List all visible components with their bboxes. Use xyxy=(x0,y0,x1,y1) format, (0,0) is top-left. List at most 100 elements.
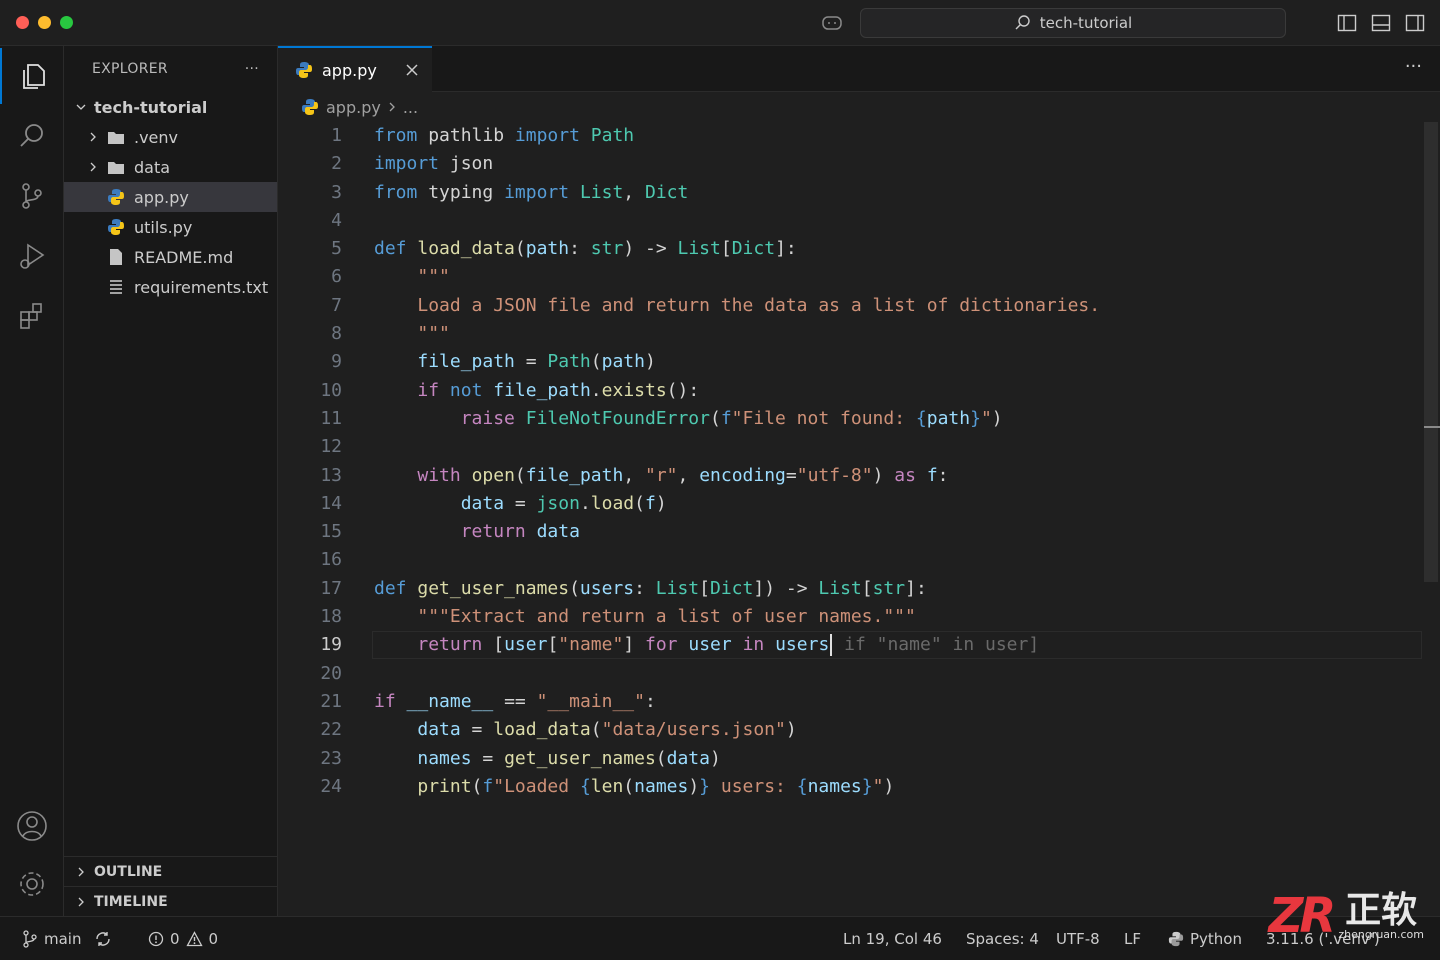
problems-indicator[interactable]: 0 0 xyxy=(148,917,218,960)
line-number[interactable]: 14 xyxy=(278,490,342,518)
code-line[interactable]: 13 with open(file_path, "r", encoding="u… xyxy=(278,462,1422,490)
close-icon[interactable] xyxy=(404,62,420,78)
code-line[interactable]: 21 if __name__ == "__main__": xyxy=(278,688,1422,716)
indentation-selector[interactable]: Spaces: 4 xyxy=(966,917,1039,960)
tree-item-utils-py[interactable]: utils.py xyxy=(64,212,277,242)
editor-scrollbar[interactable] xyxy=(1424,122,1440,916)
line-number[interactable]: 2 xyxy=(278,150,342,178)
source-control-icon[interactable] xyxy=(0,168,64,224)
line-number[interactable]: 7 xyxy=(278,292,342,320)
toggle-panel-icon[interactable] xyxy=(1370,12,1392,34)
code-text: from typing import List, Dict xyxy=(374,179,688,207)
command-center-label: tech-tutorial xyxy=(1039,14,1133,32)
eol-selector[interactable]: LF xyxy=(1124,917,1141,960)
explorer-more-button[interactable]: ··· xyxy=(245,61,259,77)
breadcrumb-symbol[interactable]: ... xyxy=(403,98,418,117)
code-line[interactable]: 8 """ xyxy=(278,320,1422,348)
workspace-root-folder[interactable]: tech-tutorial xyxy=(64,92,277,122)
code-line[interactable]: 9 file_path = Path(path) xyxy=(278,348,1422,376)
copilot-icon[interactable] xyxy=(820,12,844,34)
timeline-section[interactable]: TIMELINE xyxy=(64,886,278,916)
chevron-down-icon xyxy=(72,98,90,116)
outline-section[interactable]: OUTLINE xyxy=(64,856,278,886)
line-number[interactable]: 4 xyxy=(278,207,342,235)
line-number[interactable]: 21 xyxy=(278,688,342,716)
tab-app-py[interactable]: app.py xyxy=(278,46,432,92)
tree-item-readme[interactable]: README.md xyxy=(64,242,277,272)
warning-icon xyxy=(185,931,203,947)
code-line[interactable]: 3 from typing import List, Dict xyxy=(278,179,1422,207)
line-number[interactable]: 11 xyxy=(278,405,342,433)
line-number[interactable]: 15 xyxy=(278,518,342,546)
line-number[interactable]: 10 xyxy=(278,377,342,405)
line-number[interactable]: 6 xyxy=(278,263,342,291)
line-number[interactable]: 22 xyxy=(278,716,342,744)
encoding-selector[interactable]: UTF-8 xyxy=(1056,917,1100,960)
line-number[interactable]: 9 xyxy=(278,348,342,376)
toggle-primary-sidebar-icon[interactable] xyxy=(1336,12,1358,34)
line-number[interactable]: 17 xyxy=(278,575,342,603)
run-debug-icon[interactable] xyxy=(0,228,64,284)
code-line[interactable]: 14 data = json.load(f) xyxy=(278,490,1422,518)
tree-item-app-py[interactable]: app.py xyxy=(64,182,277,212)
code-line[interactable]: 23 names = get_user_names(data) xyxy=(278,745,1422,773)
code-line[interactable]: 15 return data xyxy=(278,518,1422,546)
line-number[interactable]: 8 xyxy=(278,320,342,348)
code-line[interactable]: 19 return [user["name"] for user in user… xyxy=(278,631,1422,660)
code-line[interactable]: 18 """Extract and return a list of user … xyxy=(278,603,1422,631)
breadcrumb-file[interactable]: app.py xyxy=(326,98,381,117)
account-icon[interactable] xyxy=(0,798,64,854)
language-mode-selector[interactable]: Python xyxy=(1168,917,1242,960)
code-token: "utf-8" xyxy=(796,464,873,486)
line-number[interactable]: 5 xyxy=(278,235,342,263)
line-number[interactable]: 3 xyxy=(278,179,342,207)
toggle-secondary-sidebar-icon[interactable] xyxy=(1404,12,1426,34)
line-number[interactable]: 16 xyxy=(278,546,342,574)
explorer-icon[interactable] xyxy=(0,48,64,104)
code-line[interactable]: 6 """ xyxy=(278,263,1422,291)
code-line[interactable]: 7 Load a JSON file and return the data a… xyxy=(278,292,1422,320)
tree-item-data[interactable]: data xyxy=(64,152,277,182)
maximize-window-button[interactable] xyxy=(60,16,73,29)
close-window-button[interactable] xyxy=(16,16,29,29)
code-token: " xyxy=(980,407,992,429)
code-line[interactable]: 1 from pathlib import Path xyxy=(278,122,1422,150)
line-number[interactable]: 12 xyxy=(278,433,342,461)
code-line[interactable]: 20 xyxy=(278,660,1422,688)
line-number[interactable]: 13 xyxy=(278,462,342,490)
code-line[interactable]: 4 xyxy=(278,207,1422,235)
code-line[interactable]: 22 data = load_data("data/users.json") xyxy=(278,716,1422,744)
code-line[interactable]: 12 xyxy=(278,433,1422,461)
code-line[interactable]: 11 raise FileNotFoundError(f"File not fo… xyxy=(278,405,1422,433)
line-number[interactable]: 23 xyxy=(278,745,342,773)
code-editor[interactable]: 1 from pathlib import Path 2 import json 3 fr… xyxy=(278,122,1422,801)
line-number[interactable]: 20 xyxy=(278,660,342,688)
branch-indicator[interactable]: main xyxy=(22,917,81,960)
minimize-window-button[interactable] xyxy=(38,16,51,29)
code-token: ) xyxy=(655,492,667,514)
code-line[interactable]: 5 def load_data(path: str) -> List[Dict]: xyxy=(278,235,1422,263)
tree-item-requirements[interactable]: requirements.txt xyxy=(64,272,277,302)
search-icon[interactable] xyxy=(0,108,64,164)
line-number[interactable]: 18 xyxy=(278,603,342,631)
code-line[interactable]: 16 xyxy=(278,546,1422,574)
command-center-search[interactable]: tech-tutorial xyxy=(860,8,1286,38)
code-token: } xyxy=(970,407,981,429)
code-line[interactable]: 17 def get_user_names(users: List[Dict]) … xyxy=(278,575,1422,603)
code-line[interactable]: 10 if not file_path.exists(): xyxy=(278,377,1422,405)
extensions-icon[interactable] xyxy=(0,288,64,344)
settings-gear-icon[interactable] xyxy=(0,856,64,912)
cursor-position[interactable]: Ln 19, Col 46 xyxy=(843,917,942,960)
code-token: "name" xyxy=(558,634,624,656)
line-number[interactable]: 1 xyxy=(278,122,342,150)
sync-button[interactable] xyxy=(94,917,112,960)
line-number[interactable]: 24 xyxy=(278,773,342,801)
editor-more-button[interactable]: ··· xyxy=(1405,56,1422,77)
code-line[interactable]: 2 import json xyxy=(278,150,1422,178)
branch-label: main xyxy=(44,930,82,948)
scrollbar-thumb[interactable] xyxy=(1424,122,1438,582)
line-number[interactable]: 19 xyxy=(278,631,342,659)
code-token: ) xyxy=(688,775,700,797)
tree-item-venv[interactable]: .venv xyxy=(64,122,277,152)
code-line[interactable]: 24 print(f"Loaded {len(names)} users: {n… xyxy=(278,773,1422,801)
